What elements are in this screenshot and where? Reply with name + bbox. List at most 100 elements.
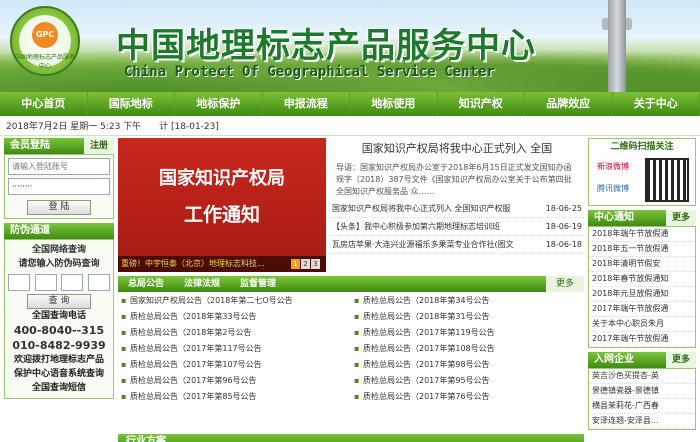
- nav-home[interactable]: 中心首页: [0, 92, 88, 116]
- headline-title[interactable]: 国家知识产权局将我中心正式列入 全国: [330, 138, 584, 160]
- contact-line3: 保护中心语音系统查询: [13, 369, 104, 379]
- notice-item[interactable]: 质检总局公告（2017年第117号公告: [118, 341, 351, 357]
- anti-fake-title: 防伪通道: [10, 225, 50, 236]
- login-box: 登 陆: [4, 154, 114, 219]
- notice-item[interactable]: 质检总局公告（2017年第108号公告: [351, 341, 584, 357]
- news-title: 瓦房店苹果·大连兴业源福乐多果菜专业合作社(图文: [332, 240, 514, 249]
- tab-supervision[interactable]: 监督管理: [230, 276, 286, 292]
- tab-law[interactable]: 法律法规: [174, 276, 230, 292]
- notice-item[interactable]: 质检总局公告（2018年第34号公告: [351, 293, 584, 309]
- site-title: 中国地理标志产品服务中心: [116, 26, 536, 66]
- list-item[interactable]: 2018年元旦放假通知: [589, 287, 695, 302]
- notice-tabs: 总局公告 法律法规 监督管理 更多: [118, 276, 584, 292]
- notice-list: 国家知识产权局公告（2018年第二七O号公告质检总局公告（2018年第34号公告…: [118, 293, 584, 405]
- center-notice-more[interactable]: 更多: [665, 210, 696, 226]
- anti-fake-box: 全国网络查询 请您输入防伪码查询 查 询 全国查询电话 400-8040--31…: [4, 239, 114, 399]
- notice-item[interactable]: 质检总局公告（2017年第95号公告: [351, 373, 584, 389]
- list-item[interactable]: 2018年春节放假通知: [589, 272, 695, 287]
- nav-intl[interactable]: 国际地标: [88, 92, 175, 116]
- monument-image: [608, 0, 626, 92]
- news-row[interactable]: 【头条】我中心积极参加第六期地理标志培训班 18-06-19: [330, 218, 584, 236]
- notice-item[interactable]: 质检总局公告（2017年第96号公告: [118, 373, 351, 389]
- list-item[interactable]: 关于本中心职员朱月: [589, 317, 695, 332]
- notice-item[interactable]: 质检总局公告（2017年第85号公告: [118, 389, 351, 405]
- code-input-3[interactable]: [61, 274, 84, 291]
- industry-section-title: 行业方案: [118, 434, 584, 442]
- tab-bulletin[interactable]: 总局公告: [118, 276, 174, 292]
- login-header: 会员登陆 注册: [4, 138, 114, 154]
- nav-ip[interactable]: 知识产权: [438, 92, 525, 116]
- site-subtitle: China Protect Of Geographical Service Ce…: [124, 64, 495, 80]
- headline-news: 国家知识产权局将我中心正式列入 全国 导语：国家知识产权局办公室于2018年6月…: [330, 138, 584, 272]
- notice-item[interactable]: 质检总局公告（2018年第31号公告: [351, 309, 584, 325]
- logo-ring-text: 中国地理标志产品服务中心: [14, 54, 75, 70]
- qr-code-image: [645, 158, 689, 202]
- news-row[interactable]: 瓦房店苹果·大连兴业源福乐多果菜专业合作社(图文 18-06-18: [330, 236, 584, 254]
- center-notice-title: 中心通知: [594, 212, 634, 223]
- nav-use[interactable]: 地标使用: [350, 92, 438, 116]
- slider-page-3[interactable]: 3: [311, 259, 320, 269]
- nav-protect[interactable]: 地标保护: [175, 92, 263, 116]
- main-nav: 中心首页 国际地标 地标保护 申报流程 地标使用 知识产权 品牌效应 关于中心: [0, 92, 700, 116]
- logo-mark: GPC: [32, 22, 58, 48]
- site-logo[interactable]: GPC 中国地理标志产品服务中心: [10, 6, 80, 76]
- qr-title: 二维码扫描关注: [610, 142, 674, 152]
- list-item[interactable]: 景德镇瓷器-景德镇: [589, 384, 695, 399]
- list-item[interactable]: 2017年端午节放假通: [589, 332, 695, 347]
- members-header: 入网企业 更多: [588, 352, 696, 368]
- headline-desc: 导语：国家知识产权局办公室于2018年6月15日正式发文国知办函规字（2018）…: [336, 163, 572, 196]
- code-input-4[interactable]: [87, 274, 110, 291]
- notice-item[interactable]: 质检总局公告（2017年第107号公告: [118, 357, 351, 373]
- nav-brand[interactable]: 品牌效应: [525, 92, 613, 116]
- qr-box: 二维码扫描关注 新浪微博 腾讯微博: [588, 138, 696, 206]
- list-item[interactable]: 2017年端午节放假通: [589, 302, 695, 317]
- code-inputs: [8, 274, 110, 291]
- notice-item[interactable]: 质检总局公告（2017年第98号公告: [351, 357, 584, 373]
- list-item[interactable]: 2018年五一节放假通: [589, 242, 695, 257]
- slider-page-1[interactable]: 1: [291, 259, 300, 269]
- code-input-2[interactable]: [34, 274, 57, 291]
- slider-line1: 国家知识产权局: [159, 168, 285, 189]
- account-input[interactable]: [8, 158, 110, 175]
- code-input-1[interactable]: [8, 274, 30, 291]
- left-column: 会员登陆 注册 登 陆 防伪通道 全国网络查询 请您输入防伪码查询 查 询 全: [4, 138, 114, 399]
- notice-item[interactable]: 质检总局公告（2018年第2号公告: [118, 325, 351, 341]
- members-title: 入网企业: [594, 354, 634, 365]
- register-link[interactable]: 注册: [83, 138, 114, 154]
- login-title: 会员登陆: [10, 140, 50, 151]
- slider-pager: 1 2 3: [291, 259, 320, 269]
- query-button[interactable]: 查 询: [27, 294, 91, 309]
- counter-code: 计 [18-01-23]: [159, 122, 219, 132]
- phone-1: 400-8040--315: [13, 324, 105, 337]
- nav-about[interactable]: 关于中心: [613, 92, 700, 116]
- password-input[interactable]: [8, 178, 110, 195]
- sina-weibo-link[interactable]: 新浪微博: [597, 161, 629, 172]
- login-button[interactable]: 登 陆: [27, 200, 91, 215]
- right-column: 二维码扫描关注 新浪微博 腾讯微博 中心通知 更多 2018年端午节放假通 20…: [588, 138, 696, 430]
- members-more[interactable]: 更多: [665, 352, 696, 368]
- notice-item[interactable]: 质检总局公告（2017年第76号公告: [351, 389, 584, 405]
- news-date: 18-06-25: [545, 204, 582, 213]
- tencent-weibo-link[interactable]: 腾讯微博: [597, 183, 629, 194]
- anti-fake-line2: 请您输入防伪码查询: [18, 259, 100, 269]
- contact-line2: 欢迎拨打地理标志产品: [13, 355, 104, 365]
- notices-more-link[interactable]: 更多: [545, 276, 584, 292]
- slider-page-2[interactable]: 2: [301, 259, 310, 269]
- notice-item[interactable]: 质检总局公告（2017年第119号公告: [351, 325, 584, 341]
- contact-line4: 全国查询短信: [31, 383, 86, 393]
- site-banner: GPC 中国地理标志产品服务中心 中国地理标志产品服务中心 China Prot…: [0, 0, 700, 92]
- list-item[interactable]: 2018年清明节假安: [589, 257, 695, 272]
- notice-item[interactable]: 国家知识产权局公告（2018年第二七O号公告: [118, 293, 351, 309]
- nav-process[interactable]: 申报流程: [263, 92, 350, 116]
- center-notice-header: 中心通知 更多: [588, 210, 696, 226]
- center-notice-list: 2018年端午节放假通 2018年五一节放假通 2018年清明节假安 2018年…: [588, 226, 696, 348]
- list-item[interactable]: 安泽连翘-安泽县...: [589, 414, 695, 429]
- list-item[interactable]: 英吉沙色买提杏-英: [589, 369, 695, 384]
- news-row[interactable]: 国家知识产权局将我中心正式列入 全国知识产权服 18-06-25: [330, 200, 584, 218]
- members-list: 英吉沙色买提杏-英 景德镇瓷器-景德镇 横县茉莉花-广西春 安泽连翘-安泽县..…: [588, 368, 696, 430]
- list-item[interactable]: 横县茉莉花-广西春: [589, 399, 695, 414]
- notice-item[interactable]: 质检总局公告（2018年第33号公告: [118, 309, 351, 325]
- list-item[interactable]: 2018年端午节放假通: [589, 227, 695, 242]
- news-slider[interactable]: 国家知识产权局 工作通知 重磅！中宇恒泰（北京）地理标志科技... 1 2 3: [118, 138, 326, 272]
- main-area: 会员登陆 注册 登 陆 防伪通道 全国网络查询 请您输入防伪码查询 查 询 全: [0, 136, 700, 442]
